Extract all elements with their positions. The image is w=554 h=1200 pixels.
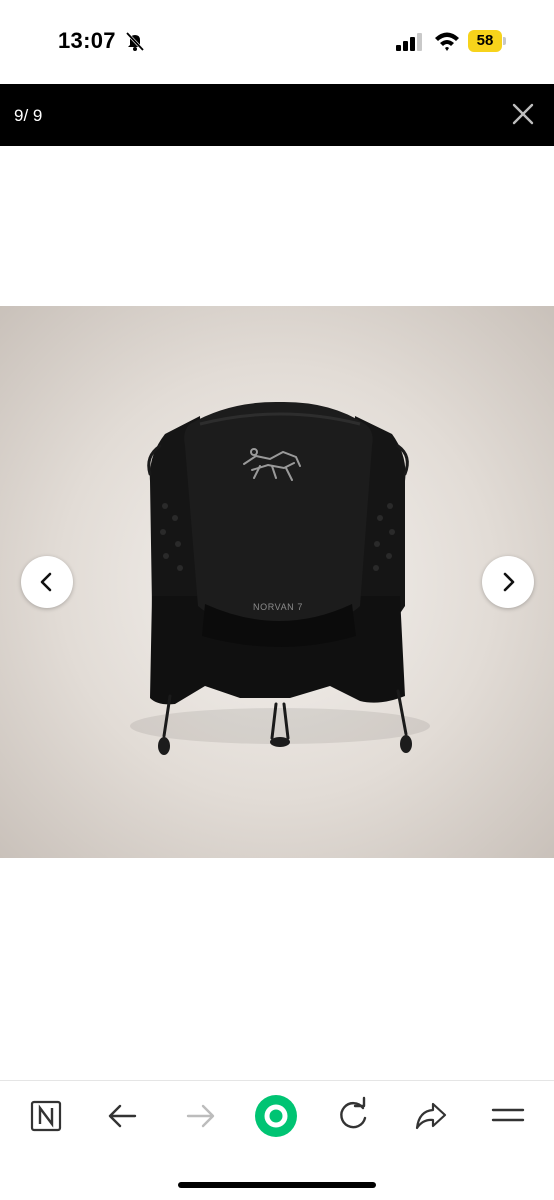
share-icon (415, 1102, 447, 1130)
viewer-header: 9/ 9 (0, 84, 554, 146)
previous-image-button[interactable] (21, 556, 73, 608)
menu-button[interactable] (486, 1094, 530, 1138)
notion-icon (30, 1100, 62, 1132)
status-bar: 13:07 58 (0, 0, 554, 84)
home-button[interactable] (254, 1094, 298, 1138)
chevron-right-icon (503, 572, 515, 592)
back-arrow-icon (108, 1104, 137, 1128)
battery-level: 58 (476, 32, 494, 49)
product-label: NORVAN 7 (253, 602, 303, 612)
chevron-left-icon (40, 572, 52, 592)
share-button[interactable] (409, 1094, 453, 1138)
wifi-icon (435, 32, 459, 51)
vest-illustration: NORVAN 7 (130, 401, 430, 755)
menu-icon (491, 1108, 525, 1122)
battery-cap (503, 37, 506, 45)
status-time: 13:07 (58, 28, 116, 53)
battery-icon: 58 (468, 30, 506, 52)
signal-icon (396, 33, 422, 51)
product-image: NORVAN 7 (0, 306, 554, 858)
page-counter: 9/ 9 (14, 106, 43, 125)
next-image-button[interactable] (482, 556, 534, 608)
forward-button[interactable] (178, 1094, 222, 1138)
home-circle-icon (255, 1095, 297, 1137)
reload-icon (340, 1096, 367, 1129)
reload-button[interactable] (331, 1094, 375, 1138)
close-icon[interactable] (505, 94, 541, 134)
back-button[interactable] (101, 1094, 145, 1138)
forward-arrow-icon (186, 1104, 215, 1128)
notion-button[interactable] (24, 1094, 68, 1138)
home-indicator[interactable] (178, 1182, 376, 1188)
mute-icon (125, 31, 145, 52)
